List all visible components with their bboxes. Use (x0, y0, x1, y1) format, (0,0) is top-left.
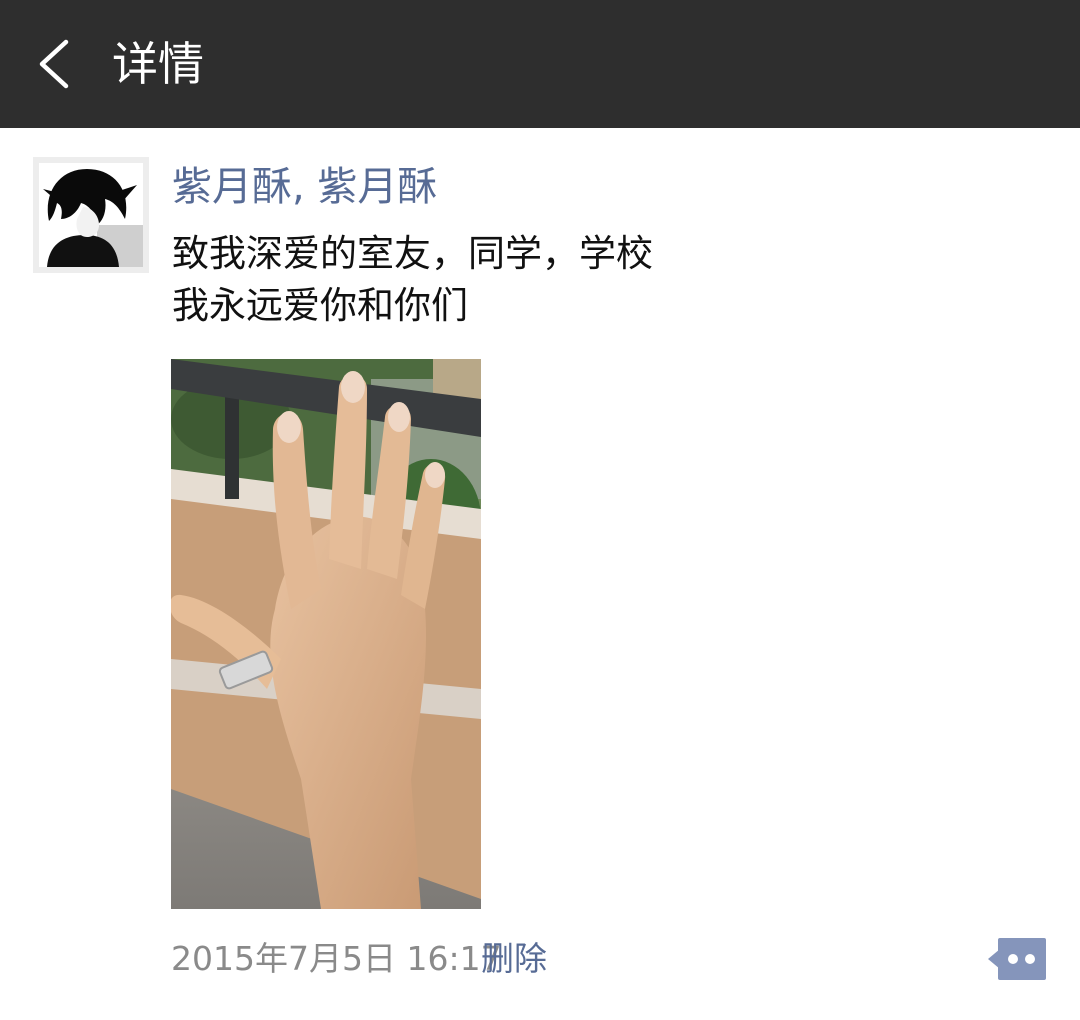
comment-more-icon (988, 938, 1046, 980)
delete-button[interactable]: 删除 (481, 936, 547, 982)
page-title: 详情 (112, 37, 204, 91)
comment-more-button[interactable] (986, 936, 1048, 982)
chevron-left-icon (39, 39, 69, 89)
post-text-line: 致我深爱的室友，同学，学校 (172, 232, 653, 275)
back-button[interactable] (30, 28, 90, 100)
author-name[interactable]: 紫月酥, 紫月酥 (172, 160, 437, 214)
post-text: 致我深爱的室友，同学，学校 我永远爱你和你们 (172, 228, 653, 332)
post-timestamp: 2015年7月5日 16:17 (171, 939, 502, 978)
navbar: 详情 (0, 0, 1080, 128)
post-text-line: 我永远爱你和你们 (172, 284, 468, 327)
post-photo[interactable] (171, 359, 481, 909)
avatar[interactable] (33, 157, 149, 273)
